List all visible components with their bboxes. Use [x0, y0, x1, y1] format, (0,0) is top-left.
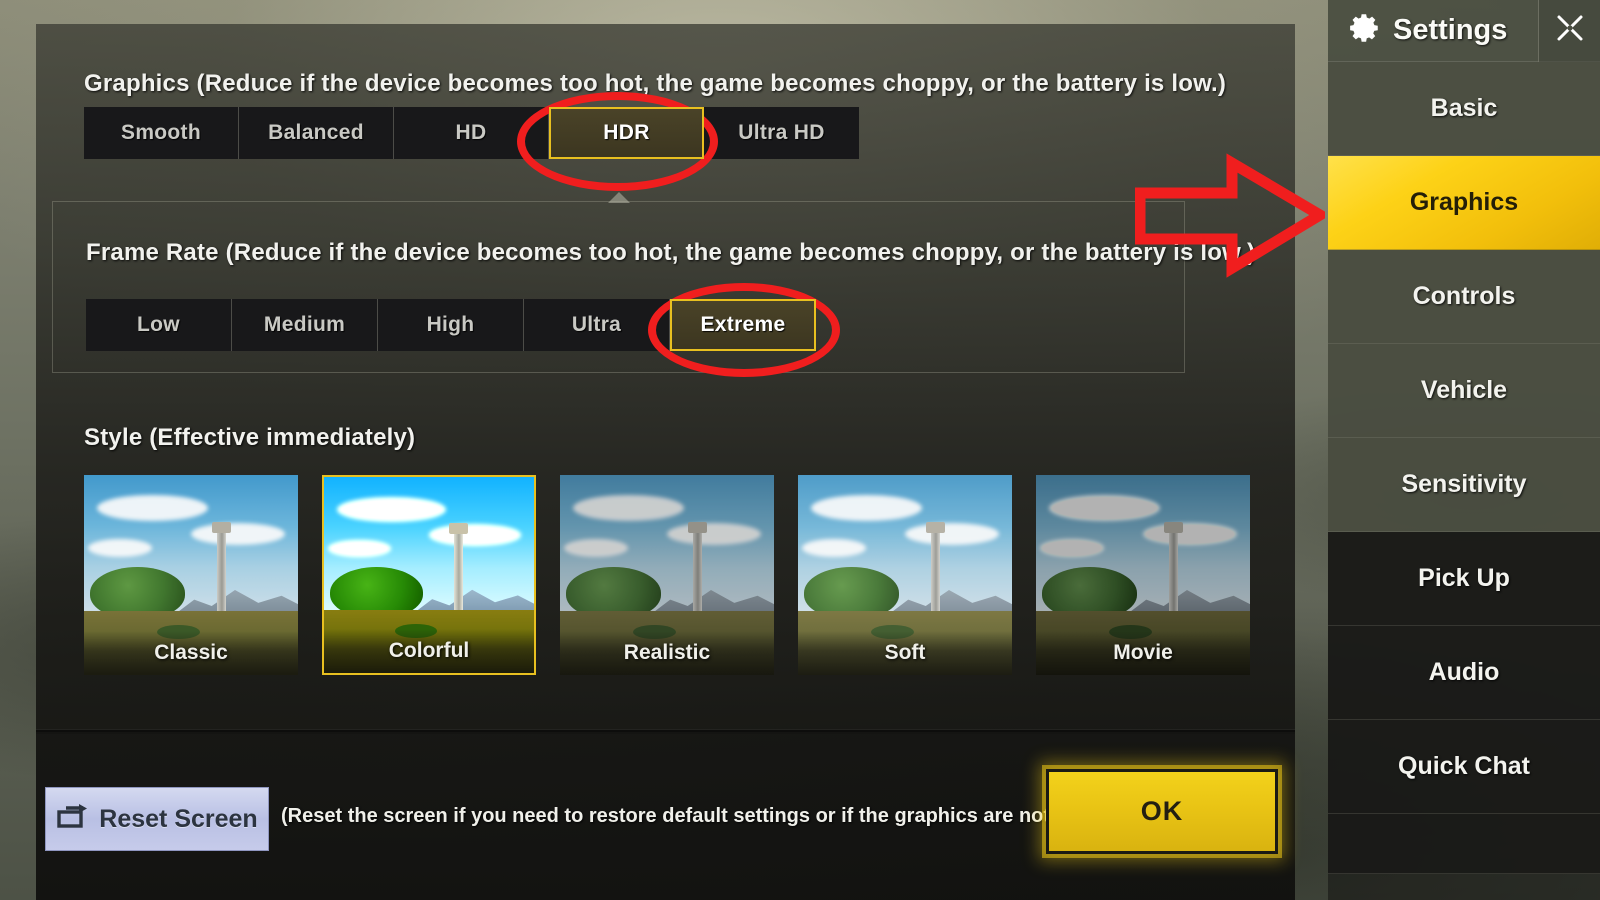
sidebar-item-controls[interactable]: Controls: [1328, 250, 1600, 344]
style-option-realistic[interactable]: Realistic: [560, 475, 774, 675]
frame-rate-options-row: Low Medium High Ultra Extreme: [86, 299, 816, 351]
style-label: Classic: [154, 641, 228, 664]
frame-rate-panel: Frame Rate (Reduce if the device becomes…: [52, 192, 1255, 373]
close-button[interactable]: [1538, 0, 1600, 62]
sidebar-item-label: Audio: [1428, 658, 1500, 686]
frame-rate-option-low[interactable]: Low: [86, 299, 232, 351]
option-label: Extreme: [700, 313, 786, 336]
reset-screen-hint: (Reset the screen if you need to restore…: [281, 805, 1108, 827]
frame-rate-option-medium[interactable]: Medium: [232, 299, 378, 351]
option-label: High: [426, 313, 475, 336]
option-label: HD: [455, 121, 487, 144]
frame-rate-option-high[interactable]: High: [378, 299, 524, 351]
option-label: Balanced: [268, 121, 364, 144]
reset-screen-button[interactable]: Reset Screen: [45, 787, 269, 851]
style-option-soft[interactable]: Soft: [798, 475, 1012, 675]
sidebar-item-label: Pick Up: [1418, 564, 1510, 592]
sidebar-item-label: Vehicle: [1420, 376, 1508, 404]
sidebar-header: Settings: [1328, 0, 1600, 62]
style-label-band: Classic: [84, 631, 298, 675]
sidebar-item-vehicle[interactable]: Vehicle: [1328, 344, 1600, 438]
style-label: Realistic: [623, 641, 711, 664]
sidebar-item-graphics[interactable]: Graphics: [1328, 156, 1600, 250]
gear-icon: [1348, 11, 1382, 50]
option-label: Ultra HD: [738, 121, 825, 144]
frame-rate-option-extreme[interactable]: Extreme: [670, 299, 816, 351]
style-thumbnail-row: Classic Colorful Realistic Soft Movie: [84, 475, 1250, 675]
graphics-section-label: Graphics (Reduce if the device becomes t…: [84, 70, 1227, 97]
option-label: Smooth: [121, 121, 201, 144]
graphics-option-smooth[interactable]: Smooth: [84, 107, 239, 159]
style-label: Soft: [884, 641, 926, 664]
option-label: HDR: [603, 121, 650, 144]
sidebar-item-pick-up[interactable]: Pick Up: [1328, 532, 1600, 626]
style-label-band: Colorful: [324, 629, 534, 673]
sidebar-item-quick-chat[interactable]: Quick Chat: [1328, 720, 1600, 814]
sidebar-item-label: Graphics: [1409, 188, 1519, 216]
frame-rate-pointer-triangle: [607, 192, 630, 203]
frame-rate-option-ultra[interactable]: Ultra: [524, 299, 670, 351]
option-label: Medium: [263, 313, 346, 336]
style-label-band: Soft: [798, 631, 1012, 675]
graphics-option-balanced[interactable]: Balanced: [239, 107, 394, 159]
settings-sidebar: Settings Basic Graphics Controls Vehicle…: [1328, 0, 1600, 900]
ok-button[interactable]: OK: [1042, 765, 1282, 858]
sidebar-item-basic[interactable]: Basic: [1328, 62, 1600, 156]
reset-screen-label: Reset Screen: [99, 804, 258, 833]
reset-screen-icon: [56, 803, 90, 835]
frame-rate-section-label: Frame Rate (Reduce if the device becomes…: [86, 239, 1256, 266]
close-icon: [1552, 10, 1588, 51]
option-label: Ultra: [571, 313, 622, 336]
style-label: Colorful: [388, 639, 470, 662]
settings-content-panel: Graphics (Reduce if the device becomes t…: [36, 24, 1295, 732]
style-option-colorful[interactable]: Colorful: [322, 475, 536, 675]
style-option-classic[interactable]: Classic: [84, 475, 298, 675]
style-option-movie[interactable]: Movie: [1036, 475, 1250, 675]
style-section-label: Style (Effective immediately): [84, 424, 416, 451]
option-label: Low: [137, 313, 180, 336]
sidebar-title: Settings: [1393, 14, 1508, 46]
sidebar-item-label: Controls: [1412, 282, 1516, 310]
sidebar-title-group: Settings: [1328, 11, 1538, 50]
graphics-option-hd[interactable]: HD: [394, 107, 549, 159]
style-label: Movie: [1113, 641, 1173, 664]
ok-button-label: OK: [1140, 796, 1184, 826]
style-label-band: Realistic: [560, 631, 774, 675]
sidebar-item-label: Basic: [1430, 94, 1498, 122]
sidebar-item-partial[interactable]: [1328, 814, 1600, 874]
graphics-option-hdr[interactable]: HDR: [549, 107, 704, 159]
sidebar-item-label: Quick Chat: [1398, 752, 1530, 780]
graphics-option-ultra-hd[interactable]: Ultra HD: [704, 107, 859, 159]
sidebar-item-sensitivity[interactable]: Sensitivity: [1328, 438, 1600, 532]
sidebar-item-label: Sensitivity: [1401, 470, 1527, 498]
sidebar-item-audio[interactable]: Audio: [1328, 626, 1600, 720]
style-label-band: Movie: [1036, 631, 1250, 675]
graphics-options-row: Smooth Balanced HD HDR Ultra HD: [84, 107, 859, 159]
